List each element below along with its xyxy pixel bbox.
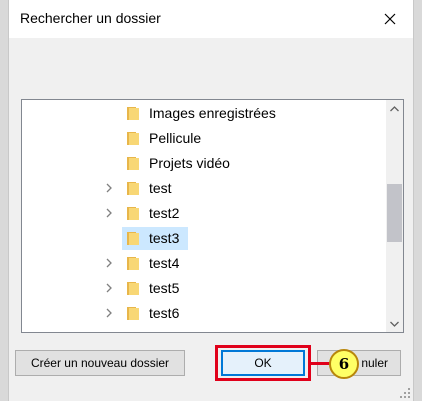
chevron-up-icon bbox=[390, 105, 399, 111]
folder-icon bbox=[127, 157, 139, 170]
scroll-up-button[interactable] bbox=[386, 100, 403, 117]
tree-item[interactable]: test6 bbox=[22, 301, 388, 326]
ok-highlight-box bbox=[215, 345, 311, 381]
tree-item[interactable]: test2 bbox=[22, 201, 388, 226]
folder-icon bbox=[127, 107, 139, 120]
new-folder-button[interactable]: Créer un nouveau dossier bbox=[15, 350, 185, 376]
tree-item-label: test6 bbox=[149, 305, 180, 321]
folder-tree[interactable]: test6 test5 test4 test3 test2 test Projets vid… bbox=[21, 99, 404, 333]
expand-chevron-icon[interactable] bbox=[104, 308, 114, 318]
tree-item[interactable]: Pellicule bbox=[22, 126, 388, 151]
resize-grip-icon[interactable] bbox=[399, 387, 411, 399]
callout-connector bbox=[311, 362, 330, 365]
tree-item-label: Pellicule bbox=[149, 130, 202, 146]
folder-icon bbox=[127, 232, 139, 245]
folder-icon bbox=[127, 282, 139, 295]
tree-item[interactable]: test3 bbox=[22, 226, 388, 251]
tree-item-label: test4 bbox=[149, 255, 180, 271]
browse-folder-dialog: Rechercher un dossier test6 test5 test4 tes… bbox=[8, 0, 414, 401]
expand-chevron-icon[interactable] bbox=[104, 183, 114, 193]
cancel-label: nuler bbox=[361, 356, 388, 370]
scrollbar-thumb[interactable] bbox=[387, 184, 402, 242]
folder-icon bbox=[127, 132, 139, 145]
tree-item-label: test5 bbox=[149, 280, 180, 296]
tree-item-label: test3 bbox=[149, 230, 180, 246]
tree-item[interactable]: Projets vidéo bbox=[22, 151, 388, 176]
expand-chevron-icon[interactable] bbox=[104, 258, 114, 268]
tree-item[interactable]: test4 bbox=[22, 251, 388, 276]
scroll-down-button[interactable] bbox=[386, 315, 403, 332]
vertical-scrollbar[interactable] bbox=[386, 100, 403, 332]
folder-icon bbox=[127, 182, 139, 195]
expand-chevron-icon[interactable] bbox=[104, 283, 114, 293]
tree-item[interactable]: test bbox=[22, 176, 388, 201]
dialog-title: Rechercher un dossier bbox=[20, 10, 161, 26]
title-bar: Rechercher un dossier bbox=[9, 0, 413, 38]
step-callout-badge: 6 bbox=[329, 349, 359, 379]
tree-item-label: test bbox=[149, 180, 172, 196]
close-icon bbox=[384, 13, 396, 25]
tree-item-label: test2 bbox=[149, 205, 180, 221]
new-folder-label: Créer un nouveau dossier bbox=[30, 356, 170, 370]
folder-icon bbox=[127, 257, 139, 270]
close-button[interactable] bbox=[367, 0, 413, 38]
chevron-down-icon bbox=[390, 321, 399, 327]
tree-item[interactable]: Images enregistrées bbox=[22, 101, 388, 126]
tree-item[interactable]: test5 bbox=[22, 276, 388, 301]
folder-icon bbox=[127, 207, 139, 220]
step-number: 6 bbox=[338, 355, 350, 373]
tree-item-label: Projets vidéo bbox=[149, 155, 230, 171]
expand-chevron-icon[interactable] bbox=[104, 208, 114, 218]
folder-icon bbox=[127, 307, 139, 320]
tree-item-label: Images enregistrées bbox=[149, 105, 276, 121]
